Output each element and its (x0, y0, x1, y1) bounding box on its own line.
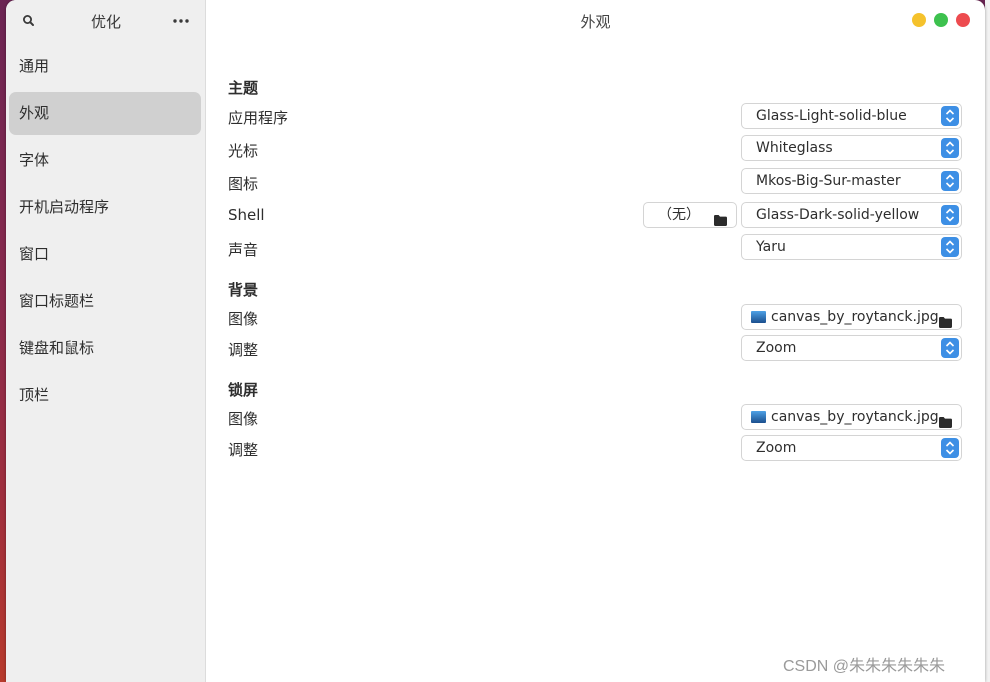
sound-theme-combo[interactable]: Yaru (741, 234, 962, 260)
combo-value: Zoom (756, 340, 797, 356)
background-adjust-label: 调整 (228, 341, 259, 359)
combo-value: Glass-Light-solid-blue (756, 108, 907, 124)
sidebar-item-startup-apps[interactable]: 开机启动程序 (9, 186, 201, 229)
folder-icon (939, 412, 952, 436)
minimize-button[interactable] (912, 13, 926, 27)
window-title: 外观 (580, 13, 611, 31)
combo-value: Zoom (756, 440, 797, 456)
sidebar-item-window-titlebars[interactable]: 窗口标题栏 (9, 280, 201, 323)
more-horizontal-icon (173, 19, 189, 23)
sidebar: 优化 通用 外观 字体 开机启动程序 窗口 窗口标题栏 键盘和鼠标 顶栏 (6, 0, 206, 682)
cursor-theme-combo[interactable]: Whiteglass (741, 135, 962, 161)
updown-arrows-icon (941, 205, 959, 225)
background-image-chooser[interactable]: canvas_by_roytanck.jpg (741, 304, 962, 330)
sound-label: 声音 (228, 241, 259, 259)
main-panel: 外观 主题 应用程序 Glass-Light-solid-blue 光标 Whi… (206, 0, 985, 682)
combo-value: Mkos-Big-Sur-master (756, 173, 901, 189)
maximize-button[interactable] (934, 13, 948, 27)
applications-label: 应用程序 (228, 109, 289, 127)
combo-value: Whiteglass (756, 140, 833, 156)
combo-value: Glass-Dark-solid-yellow (756, 207, 920, 223)
folder-icon (939, 312, 952, 336)
file-name: canvas_by_roytanck.jpg (771, 309, 939, 325)
cursor-label: 光标 (228, 142, 259, 160)
folder-icon (714, 210, 727, 234)
sidebar-nav: 通用 外观 字体 开机启动程序 窗口 窗口标题栏 键盘和鼠标 顶栏 (9, 45, 201, 421)
file-name: canvas_by_roytanck.jpg (771, 409, 939, 425)
section-lockscreen-heading: 锁屏 (228, 381, 259, 399)
shell-none-label: （无） (658, 207, 700, 223)
icons-label: 图标 (228, 175, 259, 193)
watermark: CSDN @朱朱朱朱朱朱 (783, 658, 946, 675)
icons-theme-combo[interactable]: Mkos-Big-Sur-master (741, 168, 962, 194)
shell-file-chooser-button[interactable]: （无） (643, 202, 737, 228)
sidebar-item-windows[interactable]: 窗口 (9, 233, 201, 276)
sidebar-header: 优化 (6, 0, 206, 42)
more-menu-button[interactable] (170, 10, 192, 32)
image-thumbnail-icon (751, 411, 766, 423)
background-adjust-combo[interactable]: Zoom (741, 335, 962, 361)
updown-arrows-icon (941, 237, 959, 257)
updown-arrows-icon (941, 438, 959, 458)
updown-arrows-icon (941, 338, 959, 358)
updown-arrows-icon (941, 138, 959, 158)
sidebar-item-keyboard-mouse[interactable]: 键盘和鼠标 (9, 327, 201, 370)
shell-theme-combo[interactable]: Glass-Dark-solid-yellow (741, 202, 962, 228)
sidebar-item-top-bar[interactable]: 顶栏 (9, 374, 201, 417)
combo-value: Yaru (756, 239, 786, 255)
desktop-background-edge (985, 0, 990, 682)
lockscreen-adjust-label: 调整 (228, 441, 259, 459)
updown-arrows-icon (941, 171, 959, 191)
sidebar-item-fonts[interactable]: 字体 (9, 139, 201, 182)
shell-label: Shell (228, 206, 265, 224)
lockscreen-adjust-combo[interactable]: Zoom (741, 435, 962, 461)
sidebar-item-general[interactable]: 通用 (9, 45, 201, 88)
lockscreen-image-label: 图像 (228, 410, 259, 428)
tweaks-window: 优化 通用 外观 字体 开机启动程序 窗口 窗口标题栏 键盘和鼠标 顶栏 外观 (6, 0, 985, 682)
applications-theme-combo[interactable]: Glass-Light-solid-blue (741, 103, 962, 129)
updown-arrows-icon (941, 106, 959, 126)
section-theme-heading: 主题 (228, 79, 259, 97)
close-button[interactable] (956, 13, 970, 27)
lockscreen-image-chooser[interactable]: canvas_by_roytanck.jpg (741, 404, 962, 430)
sidebar-item-appearance[interactable]: 外观 (9, 92, 201, 135)
background-image-label: 图像 (228, 310, 259, 328)
image-thumbnail-icon (751, 311, 766, 323)
section-background-heading: 背景 (228, 281, 259, 299)
